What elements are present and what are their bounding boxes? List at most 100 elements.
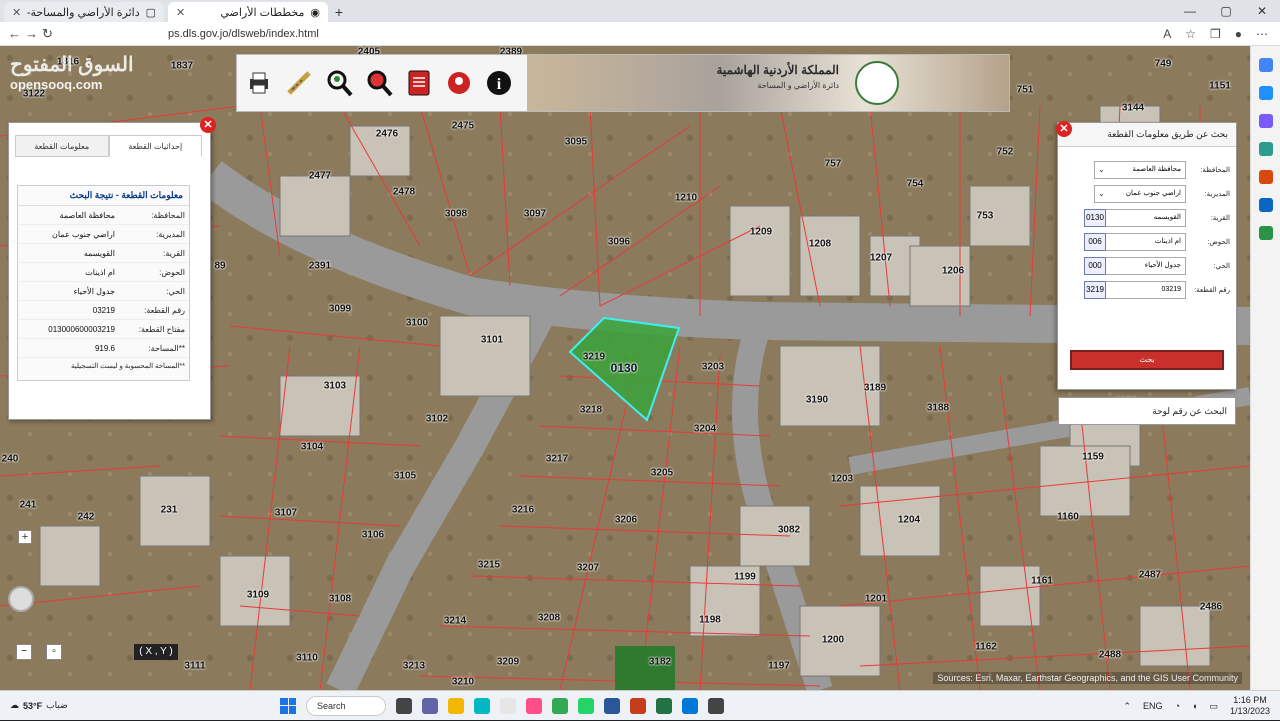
task-view-icon[interactable] <box>396 697 412 714</box>
parcel-number-label: 3218 <box>579 404 603 416</box>
word-icon[interactable] <box>604 697 620 714</box>
chevron-down-icon[interactable]: ⌄ <box>1098 186 1105 202</box>
app-icon[interactable] <box>474 697 490 714</box>
printer-icon[interactable] <box>245 69 273 97</box>
report-icon[interactable] <box>405 69 433 97</box>
search-field-code[interactable]: 0130 <box>1084 209 1106 227</box>
search-field-code[interactable]: 000 <box>1084 257 1106 275</box>
app-icon[interactable] <box>500 697 516 714</box>
info-icon[interactable]: i <box>485 69 513 97</box>
coordinate-readout[interactable]: ( X , Y ) <box>134 644 178 660</box>
tab-land-maps[interactable]: ✕ مخططات الأراضي ◉ <box>168 2 328 22</box>
read-aloud-icon[interactable]: A <box>1163 27 1171 41</box>
search-field-row: المحافظة: محافظة العاصمة ⌄ <box>1082 161 1230 179</box>
profile-avatar-icon[interactable]: ● <box>1235 27 1242 41</box>
search-field-select[interactable]: جدول الأحياء⌄ <box>1094 257 1186 275</box>
search-field-select[interactable]: اراضي جنوب عمان ⌄ <box>1094 185 1186 203</box>
parcel-number-label: 3144 <box>1121 102 1145 114</box>
map-viewport[interactable]: 2405 2389 1816 1837 3122 2476 2475 3095 757 752 74… <box>0 46 1250 690</box>
app-icon[interactable] <box>526 697 542 714</box>
wifi-icon[interactable]: ◔ <box>1175 701 1180 711</box>
tab-parcel-coordinates[interactable]: إحداثيات القطعة <box>108 135 202 157</box>
parcel-number-label: 241 <box>19 499 37 511</box>
file-explorer-icon[interactable] <box>448 697 464 714</box>
building <box>739 505 811 567</box>
volume-icon[interactable]: ◖ <box>1192 701 1197 711</box>
tray-chevron-icon[interactable]: ⌃ <box>1124 701 1132 712</box>
app-icon[interactable] <box>708 697 724 714</box>
tools-icon[interactable] <box>1258 114 1273 128</box>
window-controls: — ▢ ✕ <box>1172 0 1280 22</box>
weather-icon: ☁ <box>10 700 19 710</box>
locate-icon[interactable] <box>325 69 353 97</box>
result-row: مفتاح القطعة: 013000600003219 <box>18 320 189 339</box>
search-field-code[interactable]: 006 <box>1084 233 1106 251</box>
weather-widget[interactable]: ☁ 53°F ضباب <box>0 700 200 711</box>
back-icon[interactable]: ← <box>8 26 21 42</box>
search-button[interactable]: بحث <box>1070 350 1224 370</box>
tab-dls-home[interactable]: ✕ دائرة الأراضي والمساحة- الرئيسية ▢ <box>4 2 164 22</box>
clock[interactable]: 1:16 PM 1/13/2023 <box>1230 695 1270 717</box>
search-field-value: اراضي جنوب عمان <box>1125 190 1181 197</box>
parcel-number-label: 1197 <box>768 660 790 672</box>
edge-icon[interactable] <box>682 697 698 714</box>
whatsapp-icon[interactable] <box>578 697 594 714</box>
close-search-icon[interactable]: ✕ <box>1056 121 1072 137</box>
close-panel-icon[interactable]: ✕ <box>200 117 216 133</box>
refresh-icon[interactable]: ↻ <box>42 26 53 42</box>
search-field-select[interactable]: 03219⌄ <box>1094 281 1186 299</box>
parcel-number-label: 2391 <box>308 260 332 272</box>
edge-sidebar <box>1250 46 1280 690</box>
minimize-icon[interactable]: — <box>1172 0 1208 22</box>
games-icon[interactable] <box>1258 142 1273 156</box>
search-field-code[interactable]: 3219 <box>1084 281 1106 299</box>
close-window-icon[interactable]: ✕ <box>1244 0 1280 22</box>
parcel-number-label: 1201 <box>864 593 888 605</box>
forward-icon[interactable]: → <box>25 26 38 42</box>
pin-icon[interactable] <box>445 69 473 97</box>
search-field-select[interactable]: محافظة العاصمة ⌄ <box>1094 161 1186 179</box>
shopping-icon[interactable] <box>1258 86 1273 100</box>
favorite-star-icon[interactable]: ☆ <box>1185 27 1196 41</box>
parcel-number-label: 3188 <box>926 402 950 414</box>
search-field-value: ام اذينات <box>1154 238 1181 245</box>
office-icon[interactable] <box>1258 170 1273 184</box>
taskbar-search[interactable]: Search <box>306 695 386 716</box>
tab-parcel-info[interactable]: معلومات القطعة <box>15 135 109 157</box>
parcel-number-label: 3111 <box>184 660 206 672</box>
banner: المملكة الأردنية الهاشمية دائرة الأراضي … <box>527 55 1009 111</box>
drop-icon[interactable] <box>1258 226 1273 240</box>
search-field-select[interactable]: القويسمه⌄ <box>1094 209 1186 227</box>
watermark-english: opensooq.com <box>10 77 103 92</box>
zoom-out-button[interactable]: − <box>16 644 32 660</box>
outlook-icon[interactable] <box>1258 198 1273 212</box>
language-indicator[interactable]: ENG <box>1143 701 1163 711</box>
start-icon[interactable] <box>280 697 296 714</box>
more-menu-icon[interactable]: ⋯ <box>1256 27 1268 41</box>
maximize-icon[interactable]: ▢ <box>1208 0 1244 22</box>
powerpoint-icon[interactable] <box>630 697 646 714</box>
chevron-down-icon[interactable]: ⌄ <box>1098 162 1105 178</box>
chrome-icon[interactable] <box>552 697 568 714</box>
measure-icon[interactable] <box>285 69 313 97</box>
collections-icon[interactable]: ❐ <box>1210 27 1221 41</box>
parcel-number-label: 3182 <box>648 656 672 668</box>
excel-icon[interactable] <box>656 697 672 714</box>
compass-icon[interactable] <box>8 586 34 612</box>
parcel-number-label: 1837 <box>170 60 194 72</box>
search-by-plate-link[interactable]: البحث عن رقم لوحة <box>1058 397 1236 425</box>
chat-icon[interactable] <box>422 697 438 714</box>
tab-close-icon[interactable]: ✕ <box>176 6 185 19</box>
home-extent-icon[interactable]: ▫ <box>46 644 62 660</box>
result-row: الحي: جدول الأحياء <box>18 282 189 301</box>
parcel-number-label: 3109 <box>246 589 270 601</box>
search-sidebar-icon[interactable] <box>1258 58 1273 72</box>
search-zoom-icon[interactable] <box>365 69 393 97</box>
url-field[interactable]: ps.dls.gov.jo/dlsweb/index.html <box>160 25 1163 43</box>
parcel-number-label: 2486 <box>1199 601 1223 613</box>
tab-close-icon[interactable]: ✕ <box>12 6 21 19</box>
search-field-select[interactable]: ام اذينات⌄ <box>1094 233 1186 251</box>
new-tab-button[interactable]: + <box>328 2 350 22</box>
battery-icon[interactable]: ▭ <box>1209 701 1218 712</box>
zoom-in-button[interactable]: + <box>18 530 32 544</box>
